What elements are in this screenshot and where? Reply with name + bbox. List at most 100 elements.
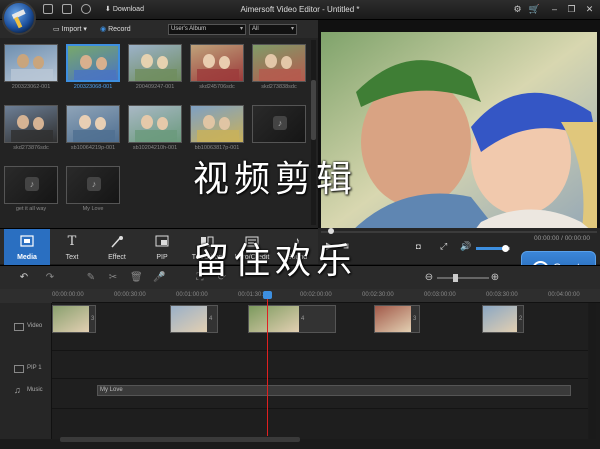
folder-icon: ▭	[53, 26, 60, 33]
zoom-in-icon[interactable]: ⊕	[489, 272, 501, 284]
ruler-tick-label: 00:01:00:00	[176, 292, 208, 298]
track-headers: Video PIP 1 ♫ Music	[0, 303, 52, 439]
tab-media[interactable]: Media	[4, 229, 50, 265]
clip-thumbnail	[171, 306, 207, 332]
thumb-image	[4, 44, 58, 82]
fullscreen-icon[interactable]: ⤢	[440, 241, 447, 252]
video-clip[interactable]: 3	[374, 305, 420, 333]
film-icon	[14, 323, 24, 331]
ruler-tick-label: 00:04:00:00	[548, 292, 580, 298]
media-thumbnail[interactable]: skd273838sdc	[252, 44, 306, 96]
edit-icon[interactable]: ✎	[85, 272, 97, 284]
media-thumbnail[interactable]: sb10204210h-001	[128, 105, 182, 157]
media-thumbnail[interactable]: skd245706sdc	[190, 44, 244, 96]
microphone-icon[interactable]: 🎤	[153, 272, 165, 284]
library-toolbar: ▭ Import ▾ ◉ Record User's Album ▾ All ▾	[0, 20, 318, 38]
album-select[interactable]: User's Album ▾	[168, 24, 246, 35]
media-thumbnail[interactable]: 200409247-001	[128, 44, 182, 96]
logo-icon	[11, 9, 26, 29]
restore-button[interactable]: ❐	[565, 3, 578, 15]
clip-number: 2	[519, 316, 523, 322]
effect-icon	[110, 235, 124, 248]
playhead-handle[interactable]	[263, 291, 272, 299]
timeline-vscroll[interactable]	[589, 303, 596, 439]
undo-icon[interactable]: ↶	[18, 272, 30, 284]
media-thumbnail[interactable]: 200323068-001	[66, 44, 120, 96]
thumbnail-caption: skd273838sdc	[261, 84, 297, 90]
cut-icon[interactable]: ✂	[107, 272, 119, 284]
timeline-tracks: 3 4 4 3 2 My Love	[52, 303, 588, 439]
pip-lane	[52, 351, 588, 379]
music-note-icon: ♪	[87, 177, 101, 191]
chevron-down-icon: ▾	[83, 26, 87, 33]
ruler-tick-label: 00:02:30:00	[362, 292, 394, 298]
record-icon: ◉	[100, 26, 107, 33]
minimize-button[interactable]: –	[548, 3, 561, 15]
zoom-out-icon[interactable]: ⊖	[423, 272, 435, 284]
pip-icon	[14, 365, 24, 373]
volume-icon[interactable]: 🔊	[460, 241, 471, 252]
title-bar: ⬇ Download Aimersoft Video Editor - Unti…	[0, 0, 600, 20]
import-button[interactable]: ▭ Import ▾	[53, 25, 87, 33]
clip-thumbnail	[483, 306, 517, 332]
music-thumbnail[interactable]: ♪ My Love	[66, 166, 120, 218]
media-icon	[20, 235, 34, 248]
thumbnail-caption: get it all way	[15, 206, 47, 212]
snapshot-icon[interactable]: ◘	[416, 242, 421, 251]
tab-pip[interactable]: PIP	[139, 229, 185, 265]
music-clip[interactable]: My Love	[97, 385, 571, 396]
record-button[interactable]: ◉ Record	[100, 25, 131, 33]
close-button[interactable]: ✕	[583, 3, 596, 15]
filter-select[interactable]: All ▾	[249, 24, 297, 35]
settings-icon[interactable]: ⚙	[511, 3, 524, 15]
music-note-icon: ♫	[14, 385, 21, 395]
ruler-tick-label: 00:00:00:00	[52, 292, 84, 298]
time-ruler[interactable]: 00:00:00:00 00:00:30:00 00:01:00:00 00:01:3…	[52, 289, 600, 303]
clip-number: 4	[209, 316, 213, 322]
media-grid: 200323062-001 200323068-001 200409247-001 s…	[4, 44, 309, 234]
text-icon: T	[67, 234, 77, 249]
tab-text[interactable]: T Text	[49, 229, 95, 265]
thumb-image	[4, 105, 58, 143]
volume-slider[interactable]	[476, 245, 510, 252]
thumbnail-caption: skd273876sdc	[13, 145, 49, 151]
tab-label: Media	[17, 254, 37, 261]
clip-number: 3	[91, 316, 95, 322]
media-thumbnail[interactable]: skd273876sdc	[4, 105, 58, 157]
volume-fill	[476, 247, 505, 250]
redo-icon[interactable]: ↷	[44, 272, 56, 284]
clip-thumbnail	[53, 306, 89, 332]
thumbnail-caption: skd245706sdc	[199, 84, 235, 90]
music-thumb-image: ♪	[252, 105, 306, 143]
thumb-image	[252, 44, 306, 82]
timeline-hscroll[interactable]	[60, 437, 300, 442]
ruler-tick-label: 00:02:00:00	[300, 292, 332, 298]
import-label: Import	[61, 26, 82, 33]
zoom-handle[interactable]	[453, 274, 458, 282]
thumb-image	[128, 44, 182, 82]
music-note-icon: ♪	[25, 177, 39, 191]
thumbnail-caption: 200323068-001	[73, 84, 113, 90]
zoom-slider[interactable]	[437, 274, 489, 282]
video-clip[interactable]: 3	[52, 305, 96, 333]
album-select-value: User's Album	[171, 26, 207, 32]
video-clip[interactable]: 4	[248, 305, 336, 333]
app-logo[interactable]	[2, 1, 36, 35]
chevron-down-icon: ▾	[290, 26, 294, 32]
delete-icon[interactable]: 🗑	[130, 272, 143, 284]
tab-label: PIP	[156, 254, 168, 261]
music-thumb-image: ♪	[66, 166, 120, 204]
media-thumbnail[interactable]: 200323062-001	[4, 44, 58, 96]
music-thumbnail[interactable]: ♪ get it all way	[4, 166, 58, 218]
tab-effect[interactable]: Effect	[94, 229, 140, 265]
video-clip[interactable]: 2	[482, 305, 524, 333]
clip-number: 3	[413, 316, 417, 322]
cart-icon[interactable]: 🛒	[528, 3, 541, 15]
seek-bar[interactable]	[321, 228, 597, 234]
volume-handle[interactable]	[501, 245, 509, 252]
chevron-down-icon: ▾	[239, 26, 243, 32]
video-track-label: Video	[27, 323, 43, 329]
media-thumbnail[interactable]: sb10064219p-001	[66, 105, 120, 157]
thumbnail-caption: My Love	[82, 206, 104, 212]
video-clip[interactable]: 4	[170, 305, 218, 333]
